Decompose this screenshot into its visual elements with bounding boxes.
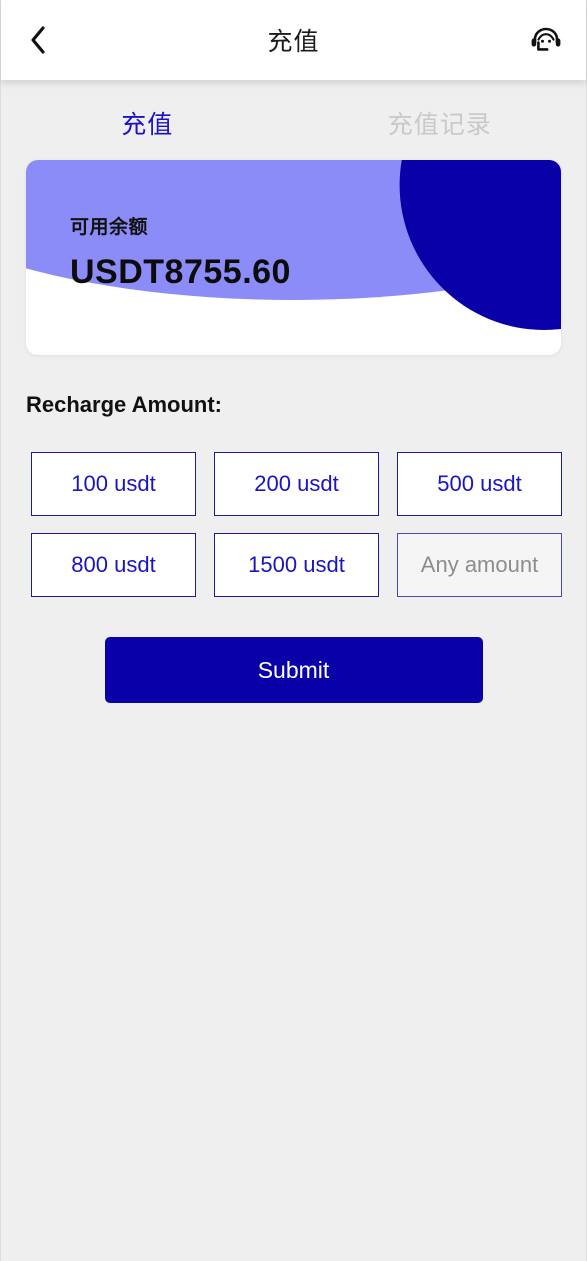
amount-option-800[interactable]: 800 usdt: [31, 533, 196, 597]
customer-service-button[interactable]: [520, 18, 564, 62]
tab-bar: 充值 充值记录: [1, 80, 586, 160]
amount-options-grid: 100 usdt 200 usdt 500 usdt 800 usdt 1500…: [31, 452, 586, 597]
app-header: 充值: [1, 0, 586, 80]
balance-card: 可用余额 USDT8755.60: [26, 160, 561, 355]
amount-option-100[interactable]: 100 usdt: [31, 452, 196, 516]
headset-support-icon: [528, 22, 564, 58]
custom-amount-input[interactable]: [397, 533, 562, 597]
balance-label: 可用余额: [70, 217, 149, 238]
recharge-screen: 充值 充值 充值记录 可用余额 USDT8755.60 Recharge Amo…: [0, 0, 587, 1261]
chevron-left-icon: [27, 25, 49, 55]
amount-option-1500[interactable]: 1500 usdt: [214, 533, 379, 597]
amount-option-200[interactable]: 200 usdt: [214, 452, 379, 516]
amount-option-500[interactable]: 500 usdt: [397, 452, 562, 516]
tab-recharge-records[interactable]: 充值记录: [294, 105, 587, 141]
recharge-amount-title: Recharge Amount:: [26, 392, 222, 417]
submit-row: Submit: [1, 637, 586, 703]
page-title: 充值: [267, 28, 320, 56]
submit-button[interactable]: Submit: [104, 637, 483, 703]
back-button[interactable]: [27, 18, 71, 62]
balance-text-block: 可用余额 USDT8755.60: [26, 160, 561, 292]
balance-value: USDT8755.60: [70, 253, 291, 291]
tab-recharge[interactable]: 充值: [1, 105, 294, 141]
